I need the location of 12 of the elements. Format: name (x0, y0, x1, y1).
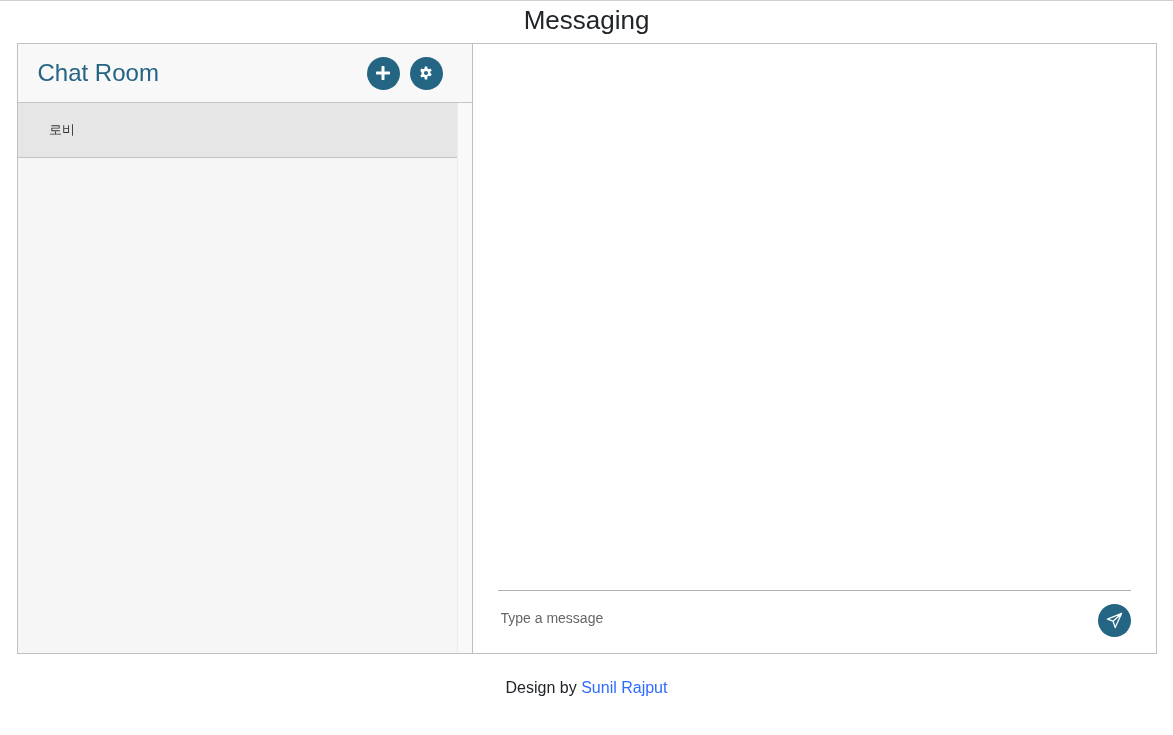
send-button[interactable] (1097, 603, 1131, 637)
settings-icon (419, 66, 433, 80)
add-button[interactable] (366, 56, 400, 90)
room-item[interactable]: 로비 (17, 103, 457, 158)
plus-icon (376, 66, 390, 80)
page-title: Messaging (523, 4, 650, 37)
settings-button[interactable] (409, 56, 443, 90)
author-link[interactable]: Sunil Rajput (581, 679, 668, 696)
sidebar-title: Chat Room (37, 58, 160, 88)
message-input[interactable]: Type a message (497, 607, 1098, 629)
paper-plane-icon (1105, 611, 1123, 629)
footer-credit: Design by Sunil Rajput (505, 678, 668, 698)
